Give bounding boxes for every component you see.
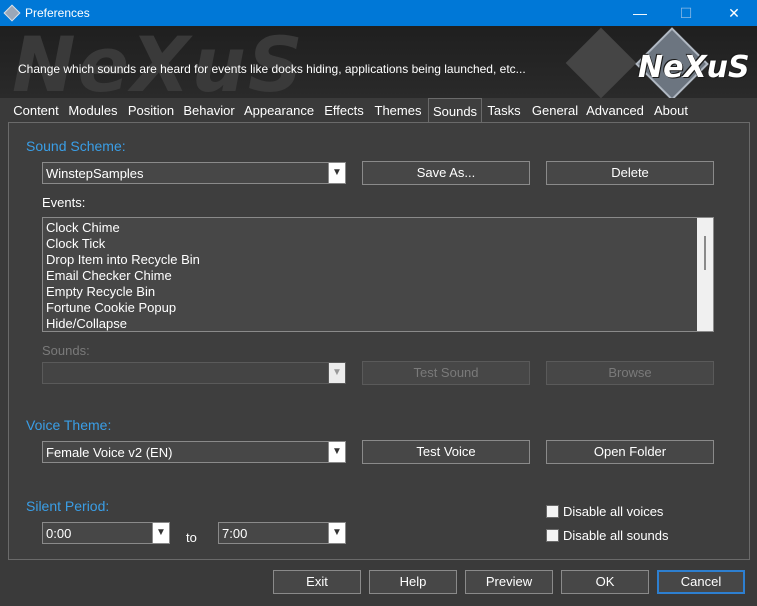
cancel-button[interactable]: Cancel xyxy=(657,570,745,594)
scrollbar-thumb[interactable] xyxy=(704,236,706,270)
sounds-panel xyxy=(8,122,750,560)
disable-voices-checkbox[interactable] xyxy=(546,505,559,518)
voice-theme-value: Female Voice v2 (EN) xyxy=(46,445,173,460)
list-item[interactable]: Clock Chime xyxy=(46,220,120,235)
banner: NeXuS NeXuS Change which sounds are hear… xyxy=(0,26,757,98)
events-list[interactable]: Clock Chime Clock Tick Drop Item into Re… xyxy=(42,217,714,332)
disable-sounds-checkbox[interactable] xyxy=(546,529,559,542)
chevron-down-icon[interactable]: ▼ xyxy=(328,442,345,462)
silent-from-select[interactable]: 0:00 ▼ xyxy=(42,522,170,544)
sounds-label: Sounds: xyxy=(42,343,90,358)
tab-themes[interactable]: Themes xyxy=(372,101,424,121)
events-scrollbar[interactable] xyxy=(697,218,713,331)
sound-scheme-heading: Sound Scheme: xyxy=(26,138,126,154)
maximize-button[interactable]: ☐ xyxy=(663,0,709,26)
tab-modules[interactable]: Modules xyxy=(66,101,120,121)
delete-button[interactable]: Delete xyxy=(546,161,714,185)
chevron-down-icon[interactable]: ▼ xyxy=(328,363,345,383)
tab-appearance[interactable]: Appearance xyxy=(242,101,316,121)
page-description: Change which sounds are heard for events… xyxy=(18,62,526,76)
preview-button[interactable]: Preview xyxy=(465,570,553,594)
sound-scheme-value: WinstepSamples xyxy=(46,166,144,181)
list-item[interactable]: Empty Recycle Bin xyxy=(46,284,155,299)
list-item[interactable]: Drop Item into Recycle Bin xyxy=(46,252,200,267)
to-label: to xyxy=(186,530,197,545)
sound-scheme-select[interactable]: WinstepSamples ▼ xyxy=(42,162,346,184)
list-item[interactable]: Fortune Cookie Popup xyxy=(46,300,176,315)
title-bar: Preferences — ☐ ✕ xyxy=(0,0,757,26)
silent-from-value: 0:00 xyxy=(46,526,72,541)
tab-position[interactable]: Position xyxy=(126,101,176,121)
tab-behavior[interactable]: Behavior xyxy=(182,101,236,121)
chevron-down-icon[interactable]: ▼ xyxy=(328,523,345,543)
test-voice-button[interactable]: Test Voice xyxy=(362,440,530,464)
nexus-logo: NeXuS xyxy=(638,50,750,85)
events-label: Events: xyxy=(42,195,86,210)
tab-effects[interactable]: Effects xyxy=(322,101,366,121)
voice-theme-select[interactable]: Female Voice v2 (EN) ▼ xyxy=(42,441,346,463)
silent-to-value: 7:00 xyxy=(222,526,248,541)
tab-content[interactable]: Content xyxy=(8,101,64,121)
logo-diamond-decoration xyxy=(565,27,637,98)
ok-button[interactable]: OK xyxy=(561,570,649,594)
minimize-button[interactable]: — xyxy=(617,0,663,26)
silent-to-select[interactable]: 7:00 ▼ xyxy=(218,522,346,544)
app-icon xyxy=(3,4,21,22)
sounds-select[interactable]: ▼ xyxy=(42,362,346,384)
chevron-down-icon[interactable]: ▼ xyxy=(328,163,345,183)
chevron-down-icon[interactable]: ▼ xyxy=(152,523,169,543)
silent-period-heading: Silent Period: xyxy=(26,498,110,514)
close-button[interactable]: ✕ xyxy=(711,0,757,26)
list-item[interactable]: Clock Tick xyxy=(46,236,105,251)
voice-theme-heading: Voice Theme: xyxy=(26,417,112,433)
open-folder-button[interactable]: Open Folder xyxy=(546,440,714,464)
tab-tasks[interactable]: Tasks xyxy=(484,101,524,121)
list-item[interactable]: Hide/Collapse xyxy=(46,316,127,331)
browse-button[interactable]: Browse xyxy=(546,361,714,385)
tab-advanced[interactable]: Advanced xyxy=(586,101,644,121)
help-button[interactable]: Help xyxy=(369,570,457,594)
test-sound-button[interactable]: Test Sound xyxy=(362,361,530,385)
tab-about[interactable]: About xyxy=(652,101,690,121)
disable-sounds-label[interactable]: Disable all sounds xyxy=(563,528,669,543)
window-title: Preferences xyxy=(25,6,90,20)
save-as-button[interactable]: Save As... xyxy=(362,161,530,185)
list-item[interactable]: Email Checker Chime xyxy=(46,268,172,283)
tab-sounds[interactable]: Sounds xyxy=(428,98,482,123)
exit-button[interactable]: Exit xyxy=(273,570,361,594)
disable-voices-label[interactable]: Disable all voices xyxy=(563,504,663,519)
tab-general[interactable]: General xyxy=(530,101,580,121)
